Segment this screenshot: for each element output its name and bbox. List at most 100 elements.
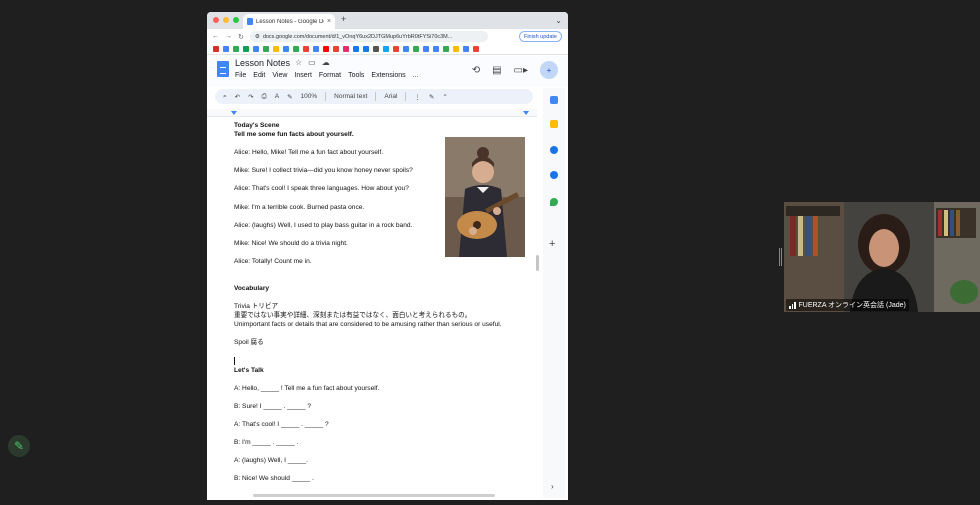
bookmark-icon[interactable] [353, 46, 359, 52]
bookmark-icon[interactable] [233, 46, 239, 52]
doc-line: B: Nice! We should _____ . [234, 475, 314, 482]
participant-label: FUERZA オンライン英会話 (Jade) [786, 299, 909, 311]
maximize-window-button[interactable] [233, 17, 239, 23]
bookmark-icon[interactable] [433, 46, 439, 52]
doc-line: B: I'm _____ . _____ . [234, 439, 299, 446]
menu-extensions[interactable]: Extensions [371, 72, 405, 79]
zoom-select[interactable]: 100% [301, 93, 318, 100]
bookmark-icon[interactable] [463, 46, 469, 52]
bookmark-icon[interactable] [333, 46, 339, 52]
style-select[interactable]: Normal text [334, 93, 367, 100]
finish-update-button[interactable]: Finish update [518, 31, 562, 42]
docs-header: Lesson Notes ☆ ▭ ☁ File Edit View Insert… [207, 55, 568, 87]
print-icon[interactable]: ⎙ [262, 93, 267, 101]
collapse-toolbar-icon[interactable]: ⌃ [442, 93, 447, 101]
bookmark-icon[interactable] [373, 46, 379, 52]
calendar-icon[interactable] [550, 96, 558, 104]
editing-mode-icon[interactable]: ✎ [429, 93, 434, 101]
bookmark-icon[interactable] [283, 46, 289, 52]
toolbar-divider [325, 92, 327, 101]
back-icon[interactable]: ← [212, 33, 219, 40]
redo-icon[interactable]: ↷ [248, 93, 253, 101]
cloud-status-icon[interactable]: ☁ [322, 58, 330, 67]
new-tab-button[interactable]: + [341, 14, 346, 24]
document-title[interactable]: Lesson Notes [235, 58, 290, 68]
bookmark-icon[interactable] [393, 46, 399, 52]
horizontal-scrollbar[interactable] [253, 494, 495, 497]
left-indent-marker[interactable] [231, 111, 237, 115]
menu-insert[interactable]: Insert [294, 72, 312, 79]
bookmark-icon[interactable] [263, 46, 269, 52]
paint-format-icon[interactable]: ✎ [287, 93, 292, 101]
docs-toolbar: ⌕ ↶ ↷ ⎙ A ✎ 100% Normal text Arial ⋮ ✎ ⌃ [215, 89, 533, 104]
bookmark-icon[interactable] [423, 46, 429, 52]
text-cursor [234, 357, 235, 365]
history-icon[interactable]: ⟲ [472, 65, 480, 76]
menu-format[interactable]: Format [319, 72, 341, 79]
bookmark-icon[interactable] [323, 46, 329, 52]
bookmark-icon[interactable] [253, 46, 259, 52]
tasks-icon[interactable] [550, 146, 558, 154]
bookmark-icon[interactable] [363, 46, 369, 52]
minimize-window-button[interactable] [223, 17, 229, 23]
side-panel: + › [543, 88, 565, 498]
guitar-player-photo[interactable] [445, 137, 525, 257]
show-side-panel-icon[interactable]: › [551, 482, 554, 491]
vertical-scrollbar[interactable] [536, 255, 539, 271]
bookmark-icon[interactable] [223, 46, 229, 52]
tab-close-icon[interactable]: × [327, 18, 331, 25]
bookmark-icon[interactable] [303, 46, 309, 52]
menu-tools[interactable]: Tools [348, 72, 364, 79]
doc-line: Tell me some fun facts about yourself. [234, 131, 354, 138]
bookmark-icon[interactable] [443, 46, 449, 52]
doc-line: Trivia トリビア [234, 303, 279, 310]
bookmark-icon[interactable] [453, 46, 459, 52]
menu-view[interactable]: View [272, 72, 287, 79]
menu-bar: File Edit View Insert Format Tools Exten… [235, 72, 419, 79]
bookmark-icon[interactable] [343, 46, 349, 52]
menu-file[interactable]: File [235, 72, 246, 79]
bookmark-icon[interactable] [243, 46, 249, 52]
forward-icon[interactable]: → [225, 33, 232, 40]
maps-icon[interactable] [550, 198, 558, 206]
close-window-button[interactable] [213, 17, 219, 23]
site-info-icon[interactable]: ⚙ [255, 34, 260, 40]
comment-icon[interactable]: ▤ [492, 65, 501, 76]
tab-list-chevron-icon[interactable]: ⌄ [555, 16, 562, 25]
add-addon-icon[interactable]: + [549, 238, 555, 250]
pencil-icon[interactable]: ✎ [8, 435, 30, 457]
docs-logo-icon[interactable] [217, 61, 229, 77]
right-indent-marker[interactable] [523, 111, 529, 115]
bookmark-icon[interactable] [403, 46, 409, 52]
keep-icon[interactable] [550, 120, 558, 128]
participant-video-tile[interactable]: FUERZA オンライン英会話 (Jade) [784, 202, 980, 312]
contacts-icon[interactable] [550, 171, 558, 179]
photo-illustration [445, 137, 525, 257]
font-select[interactable]: Arial [384, 93, 397, 100]
browser-tab[interactable]: Lesson Notes - Google Docs × [243, 14, 335, 29]
reload-icon[interactable]: ↻ [238, 33, 244, 41]
add-person-icon[interactable]: + [540, 61, 558, 79]
doc-line: Mike: I'm a terrible cook. Burned pasta … [234, 204, 365, 211]
more-options-icon[interactable]: ⋮ [414, 93, 421, 101]
video-camera-icon[interactable]: ▭▸ [514, 65, 528, 76]
search-icon[interactable]: ⌕ [223, 93, 227, 101]
bookmark-icon[interactable] [213, 46, 219, 52]
url-field[interactable]: ⚙ docs.google.com/document/d/1_vOnqY6ux2… [249, 31, 488, 42]
bookmark-icon[interactable] [293, 46, 299, 52]
spellcheck-icon[interactable]: A [275, 93, 279, 100]
bookmark-icon[interactable] [273, 46, 279, 52]
doc-line: Unimportant facts or details that are co… [234, 321, 502, 328]
bookmark-icon[interactable] [473, 46, 479, 52]
menu-more[interactable]: ... [413, 72, 419, 79]
menu-edit[interactable]: Edit [253, 72, 265, 79]
ruler[interactable] [207, 109, 537, 117]
video-resize-handle[interactable] [779, 248, 782, 266]
star-icon[interactable]: ☆ [295, 58, 302, 67]
undo-icon[interactable]: ↶ [235, 93, 240, 101]
bookmark-icon[interactable] [413, 46, 419, 52]
doc-line: A: That's cool! I _____ . _____ ? [234, 421, 329, 428]
bookmark-icon[interactable] [313, 46, 319, 52]
bookmark-icon[interactable] [383, 46, 389, 52]
move-folder-icon[interactable]: ▭ [308, 58, 316, 67]
